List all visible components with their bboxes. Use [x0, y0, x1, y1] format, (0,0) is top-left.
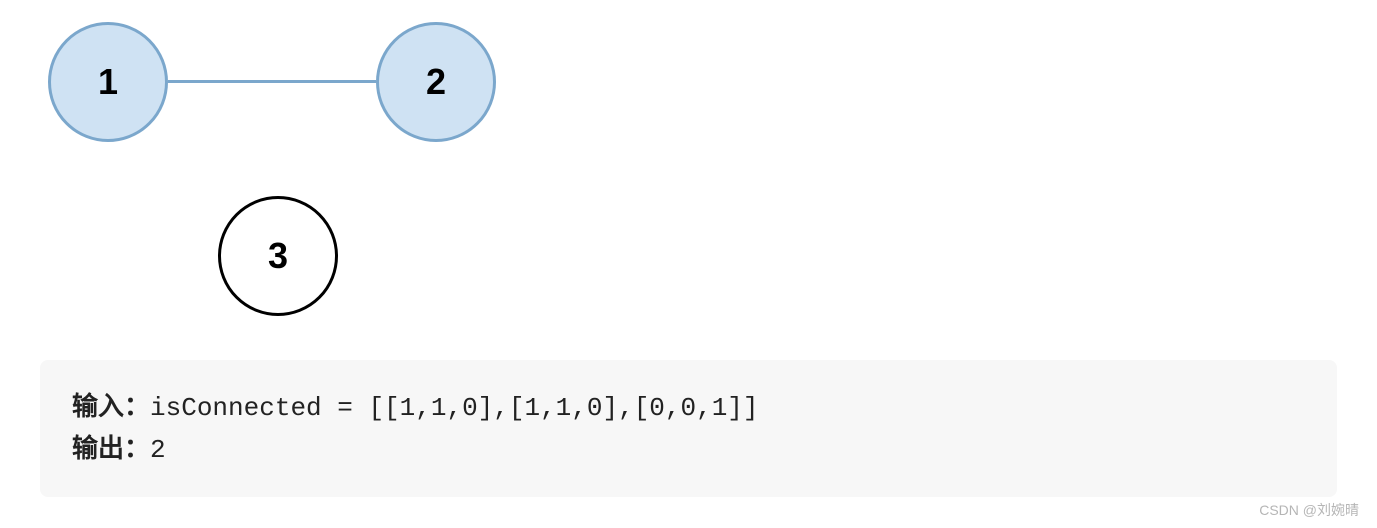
node-label: 2 — [426, 61, 446, 103]
input-line: 输入：isConnected = [[1,1,0],[1,1,0],[0,0,1… — [72, 386, 1305, 428]
graph-edge-1-2 — [168, 80, 376, 83]
output-label: 输出： — [72, 433, 150, 463]
output-value: 2 — [150, 435, 166, 465]
graph-node-3: 3 — [218, 196, 338, 316]
node-label: 3 — [268, 235, 288, 277]
graph-node-2: 2 — [376, 22, 496, 142]
node-label: 1 — [98, 61, 118, 103]
input-value: isConnected = [[1,1,0],[1,1,0],[0,0,1]] — [150, 393, 759, 423]
graph-node-1: 1 — [48, 22, 168, 142]
example-io-block: 输入：isConnected = [[1,1,0],[1,1,0],[0,0,1… — [40, 360, 1337, 497]
watermark-text: CSDN @刘婉晴 — [1259, 500, 1359, 520]
graph-diagram: 1 2 3 — [0, 0, 1377, 340]
output-line: 输出：2 — [72, 428, 1305, 470]
input-label: 输入： — [72, 391, 150, 421]
